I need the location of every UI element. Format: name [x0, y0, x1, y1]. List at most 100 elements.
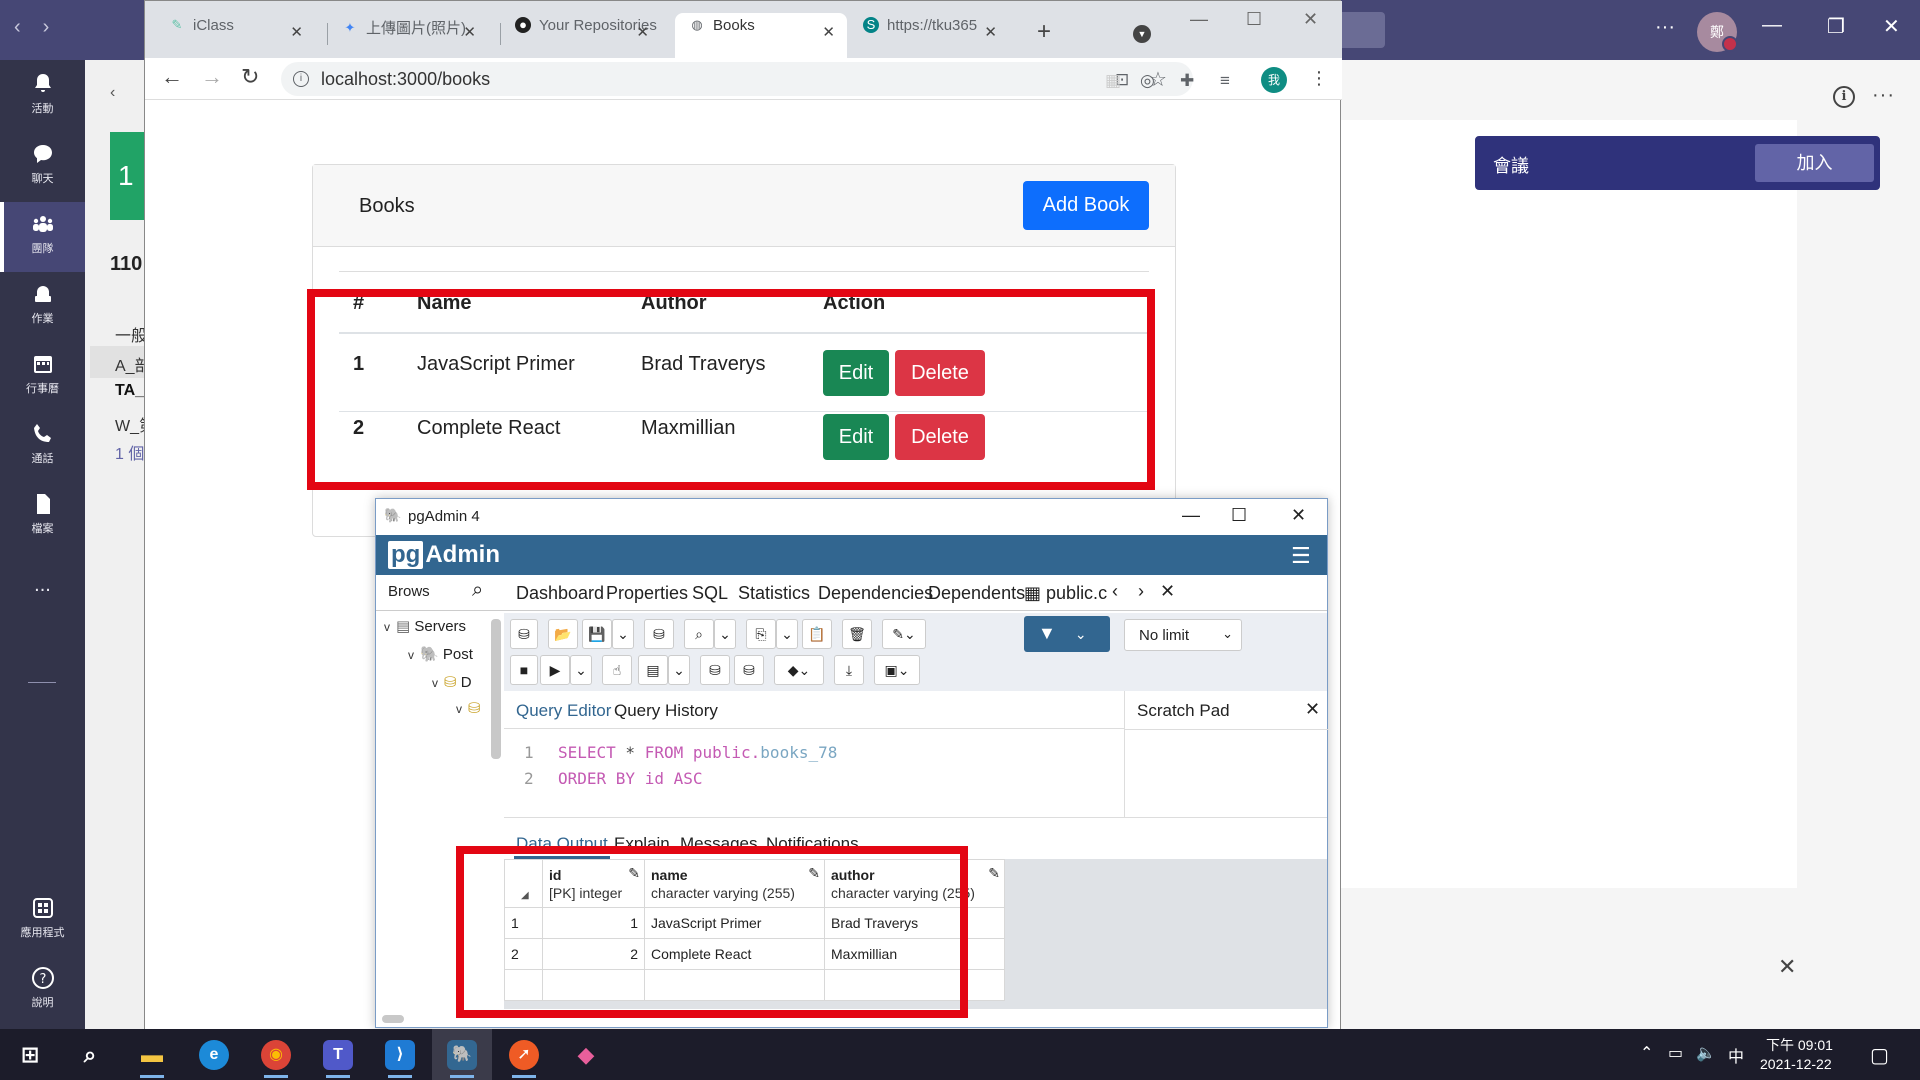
tab-search-icon[interactable]: ▼ — [1133, 25, 1151, 43]
taskbar-app-teams[interactable]: T — [308, 1029, 368, 1080]
chevron-down-icon[interactable]: ⌄ — [776, 619, 798, 649]
rail-more-button[interactable]: ... — [0, 560, 85, 630]
browser-tab[interactable]: ✦ 上傳圖片(照片) ✕ — [328, 17, 488, 51]
more-options-icon[interactable]: ··· — [1872, 84, 1895, 107]
restore-icon[interactable]: ❐ — [1827, 14, 1845, 39]
chevron-down-icon[interactable]: ⌄ — [714, 619, 736, 649]
horizontal-scrollbar[interactable] — [382, 1015, 404, 1023]
extension-icon[interactable]: ▦ — [1105, 71, 1121, 91]
chrome-menu-icon[interactable]: ⋮ — [1310, 68, 1328, 89]
browser-tab[interactable]: Shttps://tku365 ✕ — [849, 17, 1009, 51]
rail-item-chat[interactable]: 聊天 — [0, 132, 85, 202]
tree-node-postgres[interactable]: v 🐘 Post — [408, 645, 473, 663]
tree-node-database[interactable]: v ⛁ — [456, 699, 481, 717]
taskbar-app-file-explorer[interactable]: ▬ — [122, 1029, 182, 1080]
new-tab-plus-icon[interactable]: + — [1037, 18, 1051, 46]
chevron-down-icon[interactable]: v — [384, 620, 390, 634]
site-info-icon[interactable]: i — [293, 71, 309, 87]
forward-arrow-icon[interactable]: → — [201, 64, 223, 90]
maximize-icon[interactable]: ☐ — [1231, 505, 1247, 526]
download-icon[interactable]: ⤓ — [834, 655, 864, 685]
chevron-down-icon[interactable]: v — [456, 702, 462, 716]
volume-icon[interactable]: 🔈 — [1696, 1043, 1716, 1063]
chevron-up-icon[interactable]: ⌃ — [1640, 1043, 1653, 1063]
avatar[interactable]: 鄭 — [1697, 12, 1738, 52]
stop-icon[interactable]: ■ — [510, 655, 538, 685]
save-icon[interactable]: 💾 — [582, 619, 612, 649]
close-icon[interactable]: ✕ — [290, 23, 303, 41]
add-book-button[interactable]: Add Book — [1023, 181, 1149, 230]
tree-scrollbar[interactable] — [491, 619, 501, 759]
close-icon[interactable]: ✕ — [1160, 581, 1175, 602]
rail-item-activity[interactable]: 活動 — [0, 62, 85, 132]
tab-query-tool[interactable]: ▦ public.c — [1024, 583, 1107, 604]
join-button[interactable]: 加入 — [1755, 144, 1874, 182]
chevron-down-icon[interactable]: v — [432, 676, 438, 690]
close-icon[interactable]: ✕ — [1883, 14, 1900, 39]
close-icon[interactable]: ✕ — [984, 23, 997, 41]
commit-icon[interactable]: ⛁ — [700, 655, 730, 685]
close-icon[interactable]: ✕ — [463, 23, 476, 41]
info-icon[interactable]: i — [1833, 86, 1855, 108]
browser-tab-active[interactable]: ◍ Books ✕ — [675, 13, 847, 59]
explain-icon[interactable]: ☝ — [602, 655, 632, 685]
hidden-channels-link[interactable]: 1 個 — [115, 440, 144, 464]
close-icon[interactable]: ✕ — [1303, 9, 1318, 30]
filter-button[interactable]: ▼ ⌄ — [1024, 616, 1110, 652]
tree-node-servers[interactable]: v ▤ Servers — [384, 617, 466, 635]
extension-icon[interactable]: ◎ — [1140, 71, 1155, 91]
rail-item-files[interactable]: 檔案 — [0, 482, 85, 552]
taskbar-search-button[interactable]: ⌕ — [60, 1029, 120, 1080]
channel-item[interactable]: W_第 — [115, 412, 145, 436]
taskbar-app-maps[interactable]: ◆ — [556, 1029, 616, 1080]
close-icon[interactable]: ✕ — [1305, 699, 1320, 720]
rail-item-calendar[interactable]: 行事曆 — [0, 342, 85, 412]
minimize-icon[interactable]: — — [1762, 14, 1782, 37]
tab-dependents[interactable]: Dependents — [928, 583, 1025, 604]
browser-tab[interactable]: ✎ iClass ✕ — [155, 17, 315, 51]
back-chevron-icon[interactable]: ‹ — [110, 84, 115, 102]
teams-history-arrows[interactable]: ‹› — [14, 16, 71, 39]
chevron-down-icon[interactable]: ⌄ — [570, 655, 592, 685]
clock-time[interactable]: 下午 09:01 — [1766, 1035, 1833, 1055]
delete-icon[interactable]: 🗑 — [842, 619, 872, 649]
open-file-icon[interactable]: 📂 — [548, 619, 578, 649]
edit-icon[interactable]: ✎⌄ — [882, 619, 926, 649]
rail-item-assignments[interactable]: 作業 — [0, 272, 85, 342]
tree-node-databases[interactable]: v ⛁ D — [432, 673, 472, 691]
browser-tab[interactable]: ● Your Repositories ✕ — [501, 17, 661, 51]
reload-icon[interactable]: ↻ — [241, 64, 259, 90]
tab-dashboard[interactable]: Dashboard — [516, 583, 604, 604]
close-icon[interactable]: ✕ — [1778, 954, 1796, 980]
rail-item-apps[interactable]: 應用程式 — [0, 886, 85, 956]
chevron-left-icon[interactable]: ‹ — [1112, 581, 1118, 602]
tab-dependencies[interactable]: Dependencies — [818, 583, 933, 604]
ime-indicator[interactable]: 中 — [1728, 1043, 1744, 1067]
chevron-down-icon[interactable]: ⌄ — [612, 619, 634, 649]
taskbar-app-pgadmin[interactable]: 🐘 — [432, 1029, 492, 1080]
minimize-icon[interactable]: — — [1182, 505, 1200, 526]
rail-item-calls[interactable]: 通話 — [0, 412, 85, 482]
chevron-down-icon[interactable]: ⌄ — [668, 655, 690, 685]
close-icon[interactable]: ✕ — [1291, 505, 1306, 526]
database-connect-icon[interactable]: ⛁ — [510, 619, 538, 649]
sql-editor[interactable]: 1 SELECT * FROM public.books_78 2 ORDER BY… — [504, 729, 1124, 817]
taskbar-app-vscode[interactable]: ⟩ — [370, 1029, 430, 1080]
network-icon[interactable]: ▭ — [1668, 1043, 1683, 1063]
find-icon[interactable]: ⌕ — [684, 619, 714, 649]
tab-sql[interactable]: SQL — [692, 583, 728, 604]
tab-statistics[interactable]: Statistics — [738, 583, 810, 604]
notifications-icon[interactable]: ▢ — [1870, 1043, 1889, 1068]
paste-icon[interactable]: 📋 — [802, 619, 832, 649]
profile-avatar[interactable]: 我 — [1261, 67, 1287, 93]
rail-item-help[interactable]: ? 說明 — [0, 956, 85, 1026]
macros-icon[interactable]: ▣⌄ — [874, 655, 920, 685]
row-limit-select[interactable]: No limit ⌄ — [1124, 619, 1242, 651]
rollback-icon[interactable]: ⛁ — [734, 655, 764, 685]
clock-date[interactable]: 2021-12-22 — [1760, 1056, 1832, 1072]
chevron-right-icon[interactable]: › — [1138, 581, 1144, 602]
search-icon[interactable]: ⌕ — [472, 579, 483, 602]
copy-icon[interactable]: ⎘ — [746, 619, 776, 649]
back-arrow-icon[interactable]: ← — [161, 64, 183, 90]
start-button[interactable]: ⊞ — [0, 1029, 60, 1080]
